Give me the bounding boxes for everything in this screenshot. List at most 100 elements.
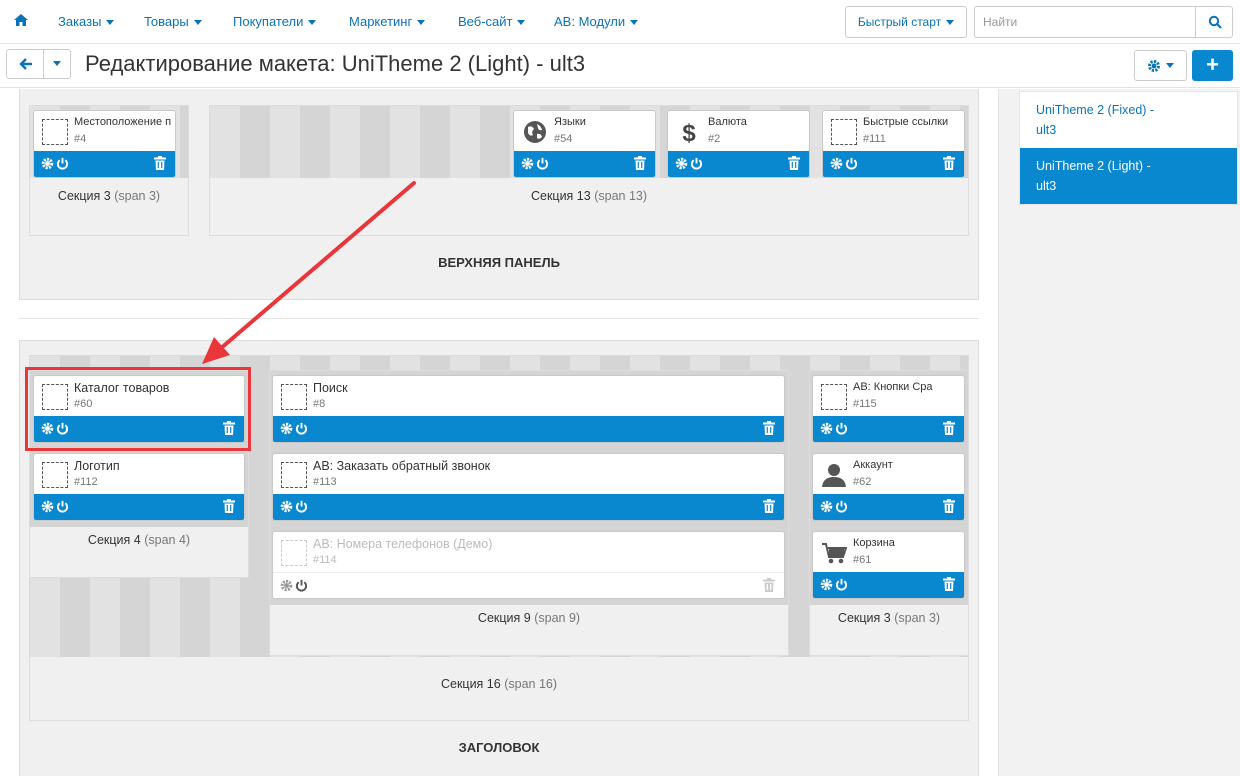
placeholder-icon <box>831 119 857 145</box>
trash-icon[interactable] <box>943 421 955 435</box>
trash-icon[interactable] <box>223 421 235 435</box>
power-icon[interactable] <box>845 157 858 170</box>
block-toolbar <box>273 572 784 598</box>
quick-start-button[interactable]: Быстрый старт <box>845 6 967 38</box>
block-id: #2 <box>708 133 721 145</box>
chevron-down-icon <box>193 20 202 26</box>
gear-icon[interactable] <box>820 578 833 591</box>
nav-customers[interactable]: Покупатели <box>233 14 317 29</box>
gear-icon[interactable] <box>675 157 688 170</box>
search-icon <box>1208 15 1222 29</box>
layout-item-light[interactable]: UniTheme 2 (Light) - ult3 <box>1020 148 1237 204</box>
block-id: #4 <box>74 133 87 145</box>
back-dropdown-button[interactable] <box>43 49 71 79</box>
layout-block[interactable]: Корзина #61 <box>812 531 965 599</box>
layout-list: UniTheme 2 (Fixed) - ult3 UniTheme 2 (Lig… <box>1019 91 1238 205</box>
nav-products[interactable]: Товары <box>144 14 202 29</box>
nav-av-modules[interactable]: АВ: Модули <box>554 14 639 29</box>
block-name: Каталог товаров <box>74 381 170 395</box>
trash-icon[interactable] <box>763 421 775 435</box>
power-icon[interactable] <box>295 579 308 592</box>
gear-icon[interactable] <box>820 500 833 513</box>
nav-marketing[interactable]: Маркетинг <box>349 14 426 29</box>
chevron-down-icon <box>517 20 526 26</box>
trash-icon[interactable] <box>788 156 800 170</box>
layout-block[interactable]: АВ: Номера телефонов (Демо) #114 <box>272 531 785 599</box>
layout-block[interactable]: АВ: Кнопки Сра #115 <box>812 375 965 443</box>
block-name: Языки <box>554 116 586 128</box>
search-input[interactable] <box>974 6 1196 38</box>
nav-orders[interactable]: Заказы <box>58 14 115 29</box>
layout-block[interactable]: Поиск #8 <box>272 375 785 443</box>
svg-text:$: $ <box>682 120 696 145</box>
gear-icon[interactable] <box>830 157 843 170</box>
gear-icon[interactable] <box>280 422 293 435</box>
layout-block[interactable]: Быстрые ссылки #111 <box>822 110 965 178</box>
section-label: Секция 16 (span 16) <box>440 677 558 691</box>
page-header: Редактирование макета: UniTheme 2 (Light… <box>0 44 1240 88</box>
layout-block[interactable]: Логотип #112 <box>33 453 245 521</box>
block-toolbar <box>823 151 964 177</box>
power-icon[interactable] <box>56 422 69 435</box>
power-icon[interactable] <box>56 157 69 170</box>
block-tools <box>820 499 850 515</box>
layout-block[interactable]: Местоположение по #4 <box>33 110 176 178</box>
page-title: Редактирование макета: UniTheme 2 (Light… <box>85 51 586 76</box>
power-icon[interactable] <box>835 578 848 591</box>
block-name: Быстрые ссылки <box>863 116 949 128</box>
placeholder-icon <box>821 384 847 410</box>
trash-icon[interactable] <box>943 499 955 513</box>
gear-icon[interactable] <box>521 157 534 170</box>
section-label: Секция 3 (span 3) <box>837 611 941 625</box>
block-name: Корзина <box>853 537 895 549</box>
search-button[interactable] <box>1195 6 1233 38</box>
block-id: #54 <box>554 133 573 145</box>
power-icon[interactable] <box>835 422 848 435</box>
layout-block[interactable]: Аккаунт #62 <box>812 453 965 521</box>
back-button[interactable] <box>6 49 44 79</box>
settings-dropdown-button[interactable] <box>1134 50 1187 81</box>
block-toolbar <box>34 494 244 520</box>
power-icon[interactable] <box>295 422 308 435</box>
power-icon[interactable] <box>690 157 703 170</box>
power-icon[interactable] <box>295 500 308 513</box>
gear-icon[interactable] <box>820 422 833 435</box>
block-tools <box>820 577 850 593</box>
placeholder-icon <box>42 462 68 488</box>
gear-icon[interactable] <box>280 500 293 513</box>
chevron-down-icon <box>417 20 426 26</box>
trash-icon[interactable] <box>763 578 775 592</box>
layout-block[interactable]: Языки #54 <box>513 110 656 178</box>
gear-icon[interactable] <box>41 157 54 170</box>
dollar-icon: $ <box>676 119 702 147</box>
block-name: Логотип <box>74 459 120 473</box>
block-name: АВ: Кнопки Сра <box>853 381 933 393</box>
trash-icon[interactable] <box>943 156 955 170</box>
gear-icon[interactable] <box>280 579 293 592</box>
layout-block[interactable]: АВ: Заказать обратный звонок #113 <box>272 453 785 521</box>
block-toolbar <box>273 494 784 520</box>
gear-icon[interactable] <box>41 500 54 513</box>
layout-block[interactable]: Каталог товаров #60 <box>33 375 245 443</box>
layout-item-fixed[interactable]: UniTheme 2 (Fixed) - ult3 <box>1020 92 1237 148</box>
add-button[interactable]: + <box>1192 50 1233 81</box>
nav-website[interactable]: Веб-сайт <box>458 14 526 29</box>
block-id: #113 <box>313 476 337 488</box>
gear-icon[interactable] <box>41 422 54 435</box>
block-tools <box>280 499 310 515</box>
home-icon[interactable] <box>13 12 29 28</box>
layout-block[interactable]: $ Валюта #2 <box>667 110 810 178</box>
power-icon[interactable] <box>835 500 848 513</box>
block-name: АВ: Номера телефонов (Демо) <box>313 537 493 551</box>
power-icon[interactable] <box>536 157 549 170</box>
block-name: Местоположение по <box>74 116 171 128</box>
trash-icon[interactable] <box>763 499 775 513</box>
block-tools <box>675 156 705 172</box>
trash-icon[interactable] <box>154 156 166 170</box>
chevron-down-icon <box>630 20 639 26</box>
cart-icon <box>821 540 848 566</box>
trash-icon[interactable] <box>223 499 235 513</box>
trash-icon[interactable] <box>943 577 955 591</box>
power-icon[interactable] <box>56 500 69 513</box>
trash-icon[interactable] <box>634 156 646 170</box>
